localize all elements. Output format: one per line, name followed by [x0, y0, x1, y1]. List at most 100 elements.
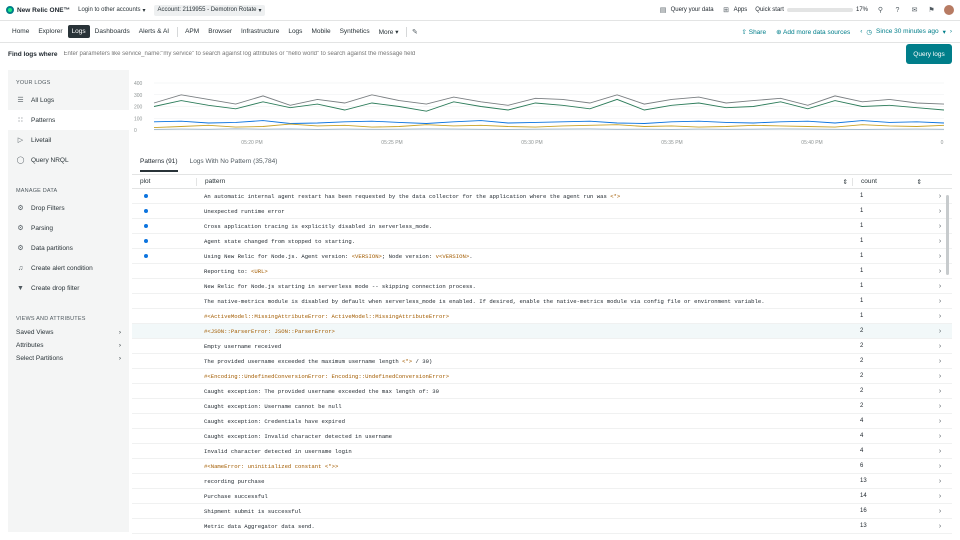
chevron-right-icon[interactable]: ›	[928, 328, 952, 335]
sort-icon[interactable]: ⇕	[843, 178, 848, 186]
edit-pencil-icon[interactable]: ✎	[410, 27, 419, 36]
header-plot[interactable]: plot	[132, 178, 196, 185]
table-row[interactable]: #<JSON::ParserError: JSON::ParserError> 2…	[132, 324, 952, 339]
sidebar-item-create-alert[interactable]: ♫ Create alert condition	[8, 258, 129, 278]
nav-apm[interactable]: APM	[181, 25, 203, 38]
chevron-right-icon[interactable]: ›	[928, 358, 952, 365]
query-logs-button[interactable]: Query logs	[906, 44, 952, 64]
sidebar-item-all-logs[interactable]: ☰ All Logs	[8, 90, 129, 110]
table-row[interactable]: #<ActiveModel::MissingAttributeError: Ac…	[132, 309, 952, 324]
account-selector[interactable]: Account: 2119955 - Demotron Rotate ▾	[153, 4, 266, 16]
pattern-placeholder: <URL>	[251, 267, 268, 275]
table-row[interactable]: An automatic internal agent restart has …	[132, 189, 952, 204]
row-plot-cell[interactable]	[132, 193, 196, 200]
row-plot-cell[interactable]	[132, 253, 196, 260]
nav-more[interactable]: More ▾	[375, 25, 403, 39]
quick-start-progress[interactable]: Quick start 17%	[755, 7, 868, 13]
apps-button[interactable]: ⊞ Apps	[722, 6, 747, 15]
sidebar-item-drop-filters[interactable]: ⚙ Drop Filters	[8, 198, 129, 218]
table-row[interactable]: New Relic for Node.js starting in server…	[132, 279, 952, 294]
table-row[interactable]: Caught exception: Credentials have expir…	[132, 414, 952, 429]
add-data-button[interactable]: ⊕ Add more data sources	[776, 28, 850, 36]
chevron-right-icon[interactable]: ›	[928, 418, 952, 425]
table-row[interactable]: Caught exception: Username cannot be nul…	[132, 399, 952, 414]
nav-explorer[interactable]: Explorer	[34, 25, 66, 38]
row-plot-cell[interactable]	[132, 208, 196, 215]
sidebar-item-livetail[interactable]: ▷ Livetail	[8, 130, 129, 150]
sidebar-item-select-partitions[interactable]: Select Partitions ›	[8, 352, 129, 365]
log-query-input[interactable]	[63, 51, 904, 57]
chevron-right-icon: ›	[118, 342, 121, 349]
chevron-left-icon[interactable]: ‹	[860, 28, 862, 35]
table-row[interactable]: The provided username exceeded the maxim…	[132, 354, 952, 369]
query-your-data-button[interactable]: ▤ Query your data	[659, 6, 714, 15]
sidebar-item-attributes[interactable]: Attributes ›	[8, 339, 129, 352]
nav-infrastructure[interactable]: Infrastructure	[237, 25, 283, 38]
nav-logs-active[interactable]: Logs	[67, 25, 90, 38]
nav-alerts[interactable]: Alerts & AI	[135, 25, 173, 38]
share-button[interactable]: ⇧ Share	[741, 28, 766, 36]
row-count-cell: 1	[860, 298, 864, 304]
table-row[interactable]: Agent state changed from stopped to star…	[132, 234, 952, 249]
header-pattern[interactable]: pattern ⇕	[196, 177, 852, 186]
table-scrollbar[interactable]	[946, 195, 949, 275]
nav-browser[interactable]: Browser	[204, 25, 236, 38]
sort-icon[interactable]: ⇕	[917, 178, 922, 186]
new-relic-logo[interactable]: New Relic ONE™	[6, 6, 70, 14]
chevron-right-icon[interactable]: ›	[928, 463, 952, 470]
table-row[interactable]: Caught exception: The provided username …	[132, 384, 952, 399]
sidebar-item-create-drop-filter[interactable]: ▼ Create drop filter	[8, 278, 129, 298]
table-row[interactable]: Using New Relic for Node.js. Agent versi…	[132, 249, 952, 264]
nav-logs[interactable]: Logs	[284, 25, 306, 38]
table-row[interactable]: Cross application tracing is explicitly …	[132, 219, 952, 234]
tab-patterns[interactable]: Patterns (91)	[140, 156, 178, 172]
chevron-right-icon[interactable]: ›	[950, 28, 952, 35]
search-icon[interactable]: ⚲	[876, 6, 885, 15]
table-row[interactable]: Purchase successful 14 ›	[132, 489, 952, 504]
table-row[interactable]: #<Encoding::UndefinedConversionError: En…	[132, 369, 952, 384]
chevron-right-icon[interactable]: ›	[928, 313, 952, 320]
table-row[interactable]: Empty username received 2 ›	[132, 339, 952, 354]
nav-dashboards[interactable]: Dashboards	[91, 25, 134, 38]
table-row[interactable]: Caught exception: Invalid character dete…	[132, 429, 952, 444]
sidebar-item-query-nrql[interactable]: ◯ Query NRQL	[8, 150, 129, 170]
nav-mobile[interactable]: Mobile	[307, 25, 334, 38]
login-other-accounts-dropdown[interactable]: Login to other accounts ▾	[78, 7, 145, 14]
sidebar-item-saved-views[interactable]: Saved Views ›	[8, 326, 129, 339]
chevron-right-icon[interactable]: ›	[928, 373, 952, 380]
table-row[interactable]: The native-metrics module is disabled by…	[132, 294, 952, 309]
time-picker[interactable]: ‹ ◷ Since 30 minutes ago ▾ ›	[860, 28, 952, 36]
chevron-right-icon[interactable]: ›	[928, 508, 952, 515]
table-row[interactable]: recording purchase 13 ›	[132, 474, 952, 489]
table-row[interactable]: Unexpected runtime error 1 ›	[132, 204, 952, 219]
sidebar-item-data-partitions[interactable]: ⚙ Data partitions	[8, 238, 129, 258]
chevron-right-icon[interactable]: ›	[928, 523, 952, 530]
feedback-icon[interactable]: ✉	[910, 6, 919, 15]
chevron-right-icon[interactable]: ›	[928, 493, 952, 500]
help-icon[interactable]: ?	[893, 6, 902, 15]
table-row[interactable]: Invalid character detected in username l…	[132, 444, 952, 459]
row-plot-cell[interactable]	[132, 223, 196, 230]
chevron-right-icon[interactable]: ›	[928, 388, 952, 395]
nav-synthetics[interactable]: Synthetics	[336, 25, 374, 38]
sidebar-item-patterns[interactable]: ∷ Patterns	[8, 110, 129, 130]
sidebar-item-parsing[interactable]: ⚙ Parsing	[8, 218, 129, 238]
chevron-right-icon[interactable]: ›	[928, 478, 952, 485]
user-avatar[interactable]	[944, 5, 954, 15]
chevron-right-icon[interactable]: ›	[928, 283, 952, 290]
table-row[interactable]: Metric data Aggregator data send. 13 ›	[132, 519, 952, 534]
chevron-right-icon[interactable]: ›	[928, 298, 952, 305]
table-row[interactable]: Shipment submit is successful 16 ›	[132, 504, 952, 519]
nav-home[interactable]: Home	[8, 25, 33, 38]
chevron-right-icon[interactable]: ›	[928, 343, 952, 350]
chevron-right-icon[interactable]: ›	[928, 403, 952, 410]
tab-no-pattern[interactable]: Logs With No Pattern (35,784)	[190, 156, 278, 172]
row-plot-cell[interactable]	[132, 238, 196, 245]
table-row[interactable]: #<NameError: uninitialized constant <*> >…	[132, 459, 952, 474]
chevron-right-icon[interactable]: ›	[928, 433, 952, 440]
header-count[interactable]: count ⇕	[852, 177, 928, 186]
table-row[interactable]: Reporting to: <URL> 1 ›	[132, 264, 952, 279]
sidebar-item-label: All Logs	[31, 96, 55, 104]
whats-new-icon[interactable]: ⚑	[927, 6, 936, 15]
chevron-right-icon[interactable]: ›	[928, 448, 952, 455]
